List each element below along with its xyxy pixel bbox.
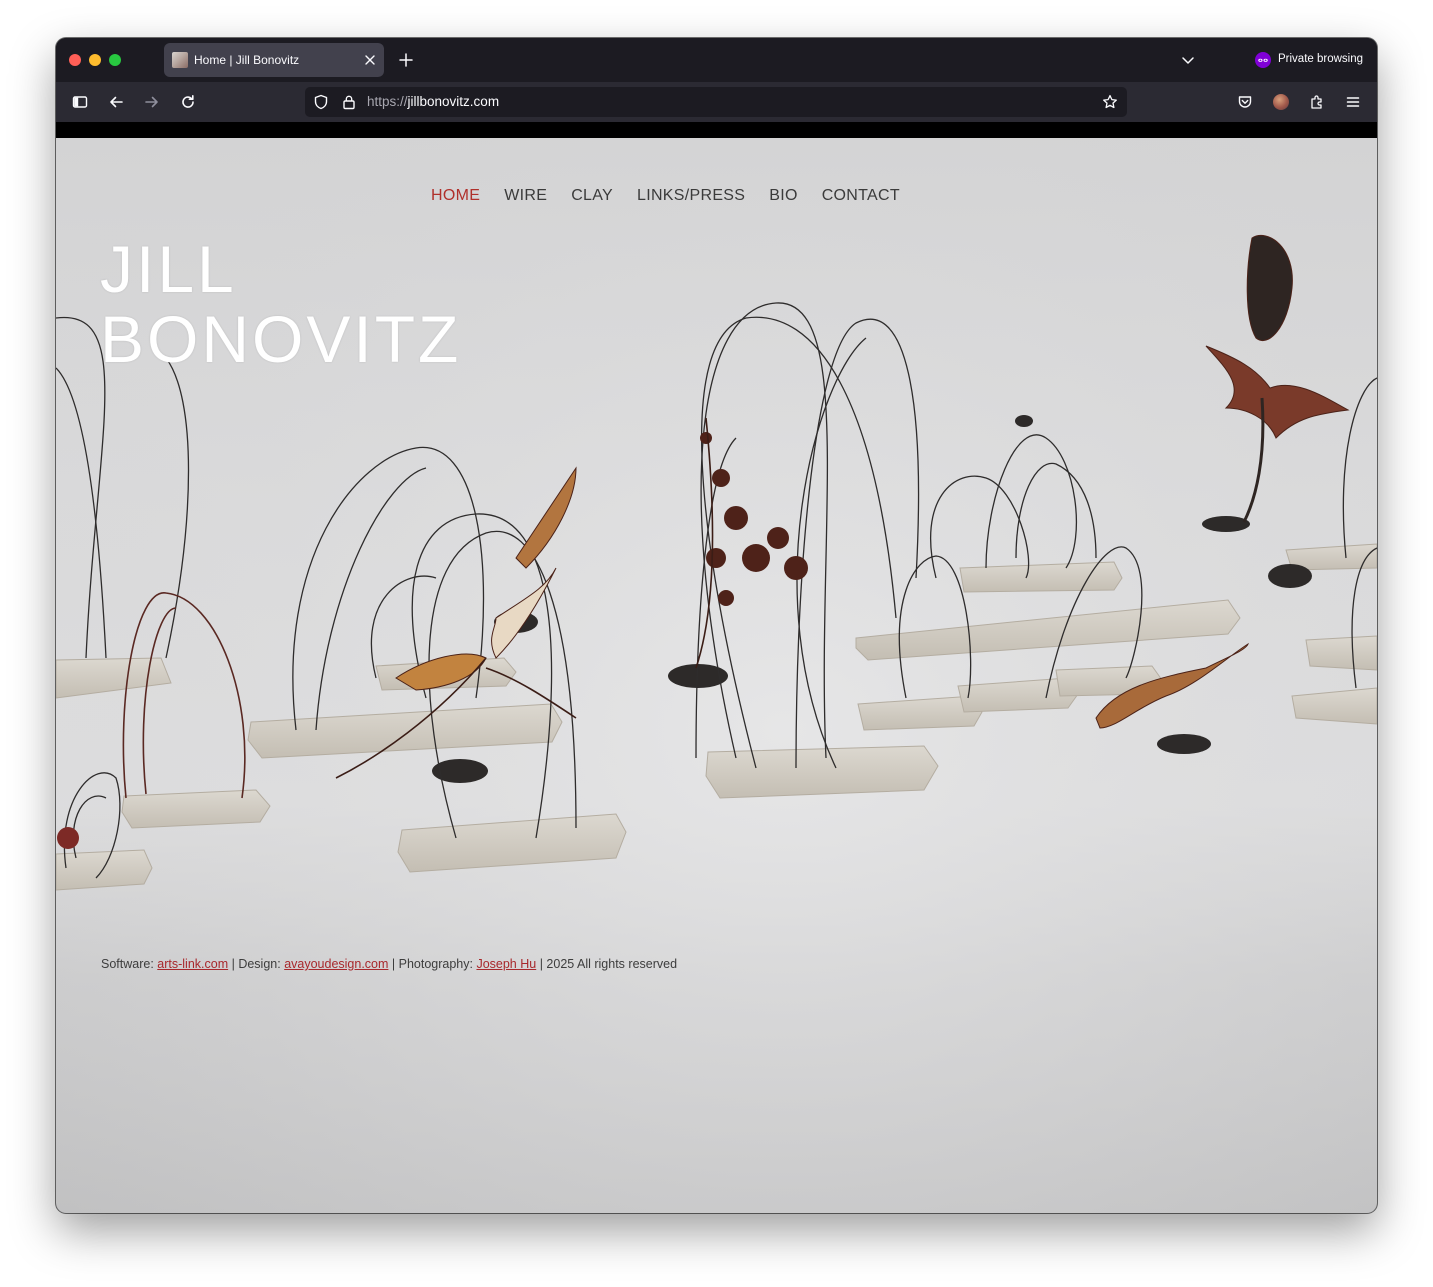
nav-links-press[interactable]: LINKS/PRESS	[637, 187, 745, 205]
sidebar-toggle-icon[interactable]	[72, 94, 88, 110]
footer-photography-link[interactable]: Joseph Hu	[476, 957, 536, 971]
extensions-puzzle-icon[interactable]	[1309, 94, 1325, 110]
nav-contact[interactable]: CONTACT	[822, 187, 900, 205]
forward-arrow-icon[interactable]	[144, 94, 160, 110]
hamburger-menu-icon[interactable]	[1345, 94, 1361, 110]
tab-title: Home | Jill Bonovitz	[194, 53, 300, 67]
url-bar[interactable]: https://jillbonovitz.com	[305, 87, 1127, 117]
browser-window: Home | Jill Bonovitz Private browsing ht…	[56, 38, 1377, 1213]
nav-clay[interactable]: CLAY	[571, 187, 613, 205]
nav-home[interactable]: HOME	[431, 187, 480, 205]
site-favicon-icon	[172, 52, 188, 68]
close-tab-icon[interactable]	[362, 52, 378, 68]
footer-design-link[interactable]: avayoudesign.com	[284, 957, 388, 971]
footer-rights-text: | 2025 All rights reserved	[536, 957, 678, 971]
window-minimize-button[interactable]	[89, 54, 101, 66]
site-navigation: HOME WIRE CLAY LINKS/PRESS BIO CONTACT	[431, 187, 900, 205]
nav-wire[interactable]: WIRE	[504, 187, 547, 205]
private-mask-icon	[1255, 52, 1271, 68]
nav-bio[interactable]: BIO	[769, 187, 797, 205]
pocket-icon[interactable]	[1237, 94, 1253, 110]
footer-photography-label: | Photography:	[388, 957, 477, 971]
footer-software-link[interactable]: arts-link.com	[157, 957, 228, 971]
reload-icon[interactable]	[180, 94, 196, 110]
window-close-button[interactable]	[69, 54, 81, 66]
account-avatar[interactable]	[1273, 94, 1289, 110]
site-title-line-2: BONOVITZ	[100, 302, 462, 376]
web-page: HOME WIRE CLAY LINKS/PRESS BIO CONTACT J…	[56, 138, 1377, 1213]
page-top-strip	[56, 122, 1377, 138]
tab-strip: Home | Jill Bonovitz Private browsing	[56, 38, 1377, 82]
site-title[interactable]: JILL BONOVITZ	[100, 234, 461, 374]
list-all-tabs-icon[interactable]	[1180, 52, 1196, 68]
lock-icon[interactable]	[341, 94, 357, 110]
footer-design-label: | Design:	[228, 957, 285, 971]
url-scheme: https://	[367, 94, 408, 109]
back-arrow-icon[interactable]	[108, 94, 124, 110]
tab-home[interactable]: Home | Jill Bonovitz	[164, 43, 384, 77]
new-tab-icon[interactable]	[398, 52, 414, 68]
bookmark-star-icon[interactable]	[1102, 94, 1118, 110]
site-footer: Software: arts-link.com | Design: avayou…	[101, 957, 677, 971]
tracking-protection-shield-icon[interactable]	[313, 94, 329, 110]
site-title-line-1: JILL	[100, 232, 237, 306]
footer-software-label: Software:	[101, 957, 158, 971]
url-host: jillbonovitz.com	[407, 94, 500, 109]
window-maximize-button[interactable]	[109, 54, 121, 66]
url-text[interactable]: https://jillbonovitz.com	[367, 94, 499, 109]
navigation-toolbar: https://jillbonovitz.com	[56, 82, 1377, 122]
private-browsing-label: Private browsing	[1278, 53, 1364, 65]
